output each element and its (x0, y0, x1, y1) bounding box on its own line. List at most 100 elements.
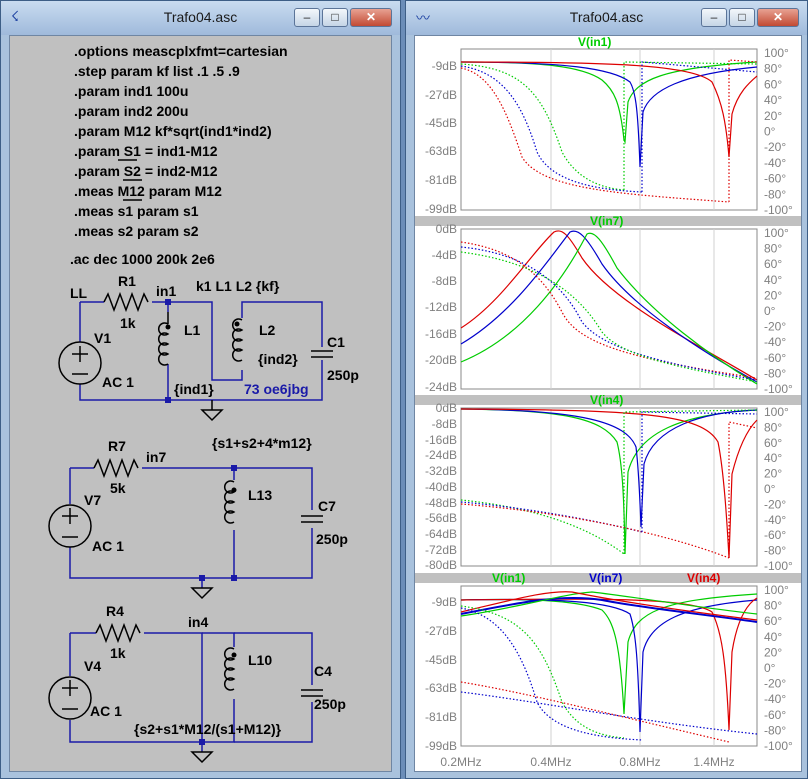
label-c4[interactable]: C4 (314, 663, 332, 679)
maximize-button[interactable]: □ (322, 8, 348, 27)
directive-meas-s1[interactable]: .meas s1 param s1 (74, 203, 199, 219)
schematic-drawing[interactable]: .options meascplxfmt=cartesian .step par… (10, 36, 391, 771)
pane4-trace-label-in4[interactable]: V(in4) (687, 571, 720, 585)
label-v1[interactable]: V1 (94, 330, 111, 346)
label-r7-value[interactable]: 5k (110, 480, 126, 496)
pane4-ytick: -81dB (425, 710, 457, 724)
pane3-ytick: -40dB (425, 480, 457, 494)
pane2-phase-tick: -20° (764, 320, 786, 334)
pane3-phase-tick: 60° (764, 436, 782, 450)
directive-param-m12[interactable]: .param M12 kf*sqrt(ind1*ind2) (74, 123, 272, 139)
label-v4[interactable]: V4 (84, 658, 101, 674)
directive-meas-s2[interactable]: .meas s2 param s2 (74, 223, 199, 239)
xtick-1.4mhz: 1.4MHz (693, 755, 734, 769)
label-ind1[interactable]: {ind1} (174, 381, 214, 397)
pane2-ytick: -24dB (425, 380, 457, 394)
pane4-phase-tick: -20° (764, 677, 786, 691)
label-credit[interactable]: 73 oe6jbg (244, 381, 309, 397)
directive-ac[interactable]: .ac dec 1000 200k 2e6 (70, 251, 215, 267)
close-button[interactable]: ✕ (757, 8, 799, 27)
plot-drawing[interactable]: V(in1) V(in7) V(in4) V(in1) V(in7) V(in4… (415, 36, 801, 771)
pane3-phase-tick: 20° (764, 467, 782, 481)
pane4-phase-tick: -40° (764, 692, 786, 706)
pane3-phase-tick: -40° (764, 513, 786, 527)
pane1-ytick: -9dB (432, 59, 457, 73)
pane2-ytick: -12dB (425, 300, 457, 314)
directive-param-ind2[interactable]: .param ind2 200u (74, 103, 188, 119)
directive-options[interactable]: .options meascplxfmt=cartesian (74, 43, 288, 59)
pane2-ytick: -4dB (432, 248, 457, 262)
label-v7[interactable]: V7 (84, 492, 101, 508)
label-r7[interactable]: R7 (108, 438, 126, 454)
circuit3-wires (48, 622, 323, 764)
pane4-trace-label-in7[interactable]: V(in7) (589, 571, 622, 585)
label-l2[interactable]: L2 (259, 322, 276, 338)
pane2-phase-tick: 60° (764, 257, 782, 271)
pane2-ytick: 0dB (436, 222, 457, 236)
label-l10[interactable]: L10 (248, 652, 272, 668)
waveform-window[interactable]: 〰 Trafo04.asc – □ ✕ V(in1) V(in7) V(in4)… (405, 0, 808, 779)
label-l13-expression[interactable]: {s1+s2+4*m12} (212, 435, 312, 451)
label-c1-value[interactable]: 250p (327, 367, 359, 383)
directive-step[interactable]: .step param kf list .1 .5 .9 (74, 63, 240, 79)
pane1-trace-label[interactable]: V(in1) (578, 36, 611, 49)
pane1-ytick: -27dB (425, 88, 457, 102)
label-l10-expression[interactable]: {s2+s1*M12/(s1+M12)} (134, 721, 282, 737)
pane2-phase-tick: -80° (764, 366, 786, 380)
label-l13[interactable]: L13 (248, 487, 272, 503)
label-v1-ac[interactable]: AC 1 (102, 374, 134, 390)
pane3-phase-tick: -100° (764, 559, 793, 573)
label-c4-value[interactable]: 250p (314, 696, 346, 712)
plot-area[interactable]: V(in1) V(in7) V(in4) V(in1) V(in7) V(in4… (414, 35, 802, 772)
schematic-canvas[interactable]: .options meascplxfmt=cartesian .step par… (9, 35, 392, 772)
label-in7[interactable]: in7 (146, 449, 166, 465)
label-r1-value[interactable]: 1k (120, 315, 136, 331)
label-v7-ac[interactable]: AC 1 (92, 538, 124, 554)
pane1-phase-tick: 40° (764, 93, 782, 107)
pane4-phase-tick: -100° (764, 739, 793, 753)
waveform-titlebar[interactable]: 〰 Trafo04.asc – □ ✕ (406, 1, 807, 35)
schematic-window[interactable]: ☇ Trafo04.asc – □ ✕ .options meascplxfmt… (0, 0, 401, 779)
label-ind2[interactable]: {ind2} (258, 351, 298, 367)
pane2-phase-tick: 80° (764, 242, 782, 256)
label-in1[interactable]: in1 (156, 283, 176, 299)
label-l1[interactable]: L1 (184, 322, 201, 338)
pane3-ytick: -72dB (425, 543, 457, 557)
schematic-titlebar[interactable]: ☇ Trafo04.asc – □ ✕ (1, 1, 400, 35)
pane1-phase-tick: 80° (764, 62, 782, 76)
label-in4[interactable]: in4 (188, 614, 208, 630)
pane4-phase-tick: 60° (764, 614, 782, 628)
pane1-phase-tick: -40° (764, 156, 786, 170)
pane2-ytick: -20dB (425, 353, 457, 367)
label-r4[interactable]: R4 (106, 603, 124, 619)
pane2-phase-tick: 40° (764, 273, 782, 287)
label-r1[interactable]: R1 (118, 273, 136, 289)
close-button[interactable]: ✕ (350, 8, 392, 27)
directive-meas-m12[interactable]: .meas M12 param M12 (74, 183, 222, 199)
label-ll[interactable]: LL (70, 285, 88, 301)
pane1-ytick: -45dB (425, 116, 457, 130)
pane3-trace-label[interactable]: V(in4) (590, 393, 623, 407)
pane3-ytick: -24dB (425, 448, 457, 462)
label-c1[interactable]: C1 (327, 334, 345, 350)
pane3-ytick: -56dB (425, 511, 457, 525)
pane1-phase-tick: 60° (764, 77, 782, 91)
pane2-ytick: -16dB (425, 327, 457, 341)
xtick-0.2mhz: 0.2MHz (440, 755, 481, 769)
label-c7-value[interactable]: 250p (316, 531, 348, 547)
pane1-ytick: -63dB (425, 144, 457, 158)
directive-param-ind1[interactable]: .param ind1 100u (74, 83, 188, 99)
label-coupling[interactable]: k1 L1 L2 {kf} (196, 278, 280, 294)
maximize-button[interactable]: □ (729, 8, 755, 27)
label-v4-ac[interactable]: AC 1 (90, 703, 122, 719)
pane4-trace-label-in1[interactable]: V(in1) (492, 571, 525, 585)
label-r4-value[interactable]: 1k (110, 645, 126, 661)
directive-param-s2[interactable]: .param S2 = ind2-M12 (74, 163, 218, 179)
label-c7[interactable]: C7 (318, 498, 336, 514)
pane3-phase-tick: -80° (764, 544, 786, 558)
pane3-ytick: -80dB (425, 558, 457, 572)
minimize-button[interactable]: – (294, 8, 320, 27)
pane2-trace-label[interactable]: V(in7) (590, 214, 623, 228)
minimize-button[interactable]: – (701, 8, 727, 27)
directive-param-s1[interactable]: .param S1 = ind1-M12 (74, 143, 218, 159)
